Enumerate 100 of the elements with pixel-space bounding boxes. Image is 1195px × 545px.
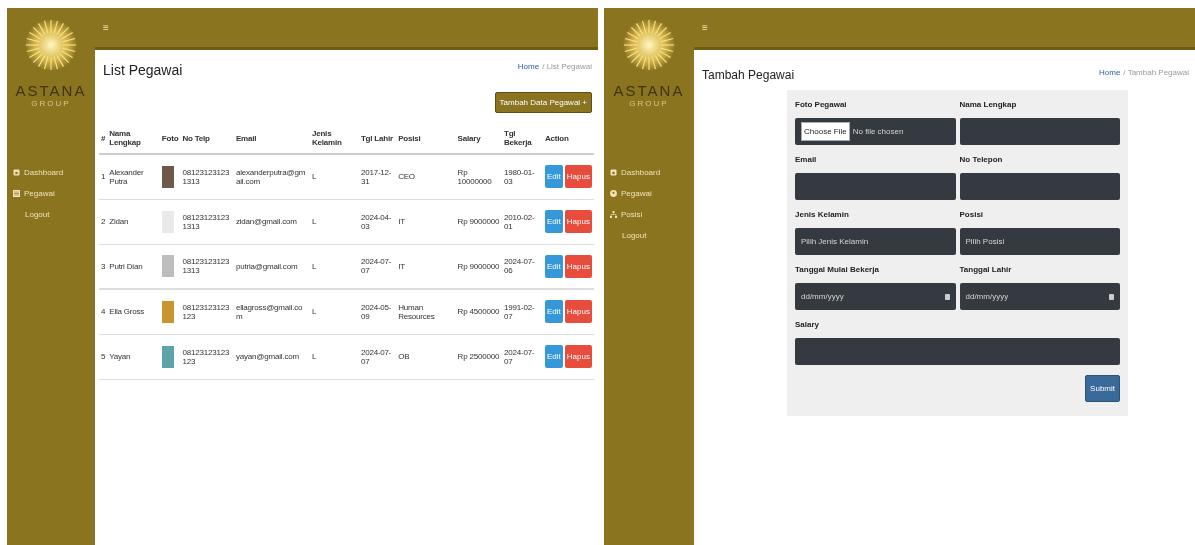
sidebar-item[interactable]: Dashboard: [610, 168, 694, 177]
column-header: Posisi: [396, 123, 456, 154]
calendar-icon: [1109, 293, 1114, 300]
delete-button[interactable]: Hapus: [564, 345, 592, 368]
table-cell: 2024-07-06: [502, 244, 544, 289]
field-label: Posisi: [959, 210, 985, 219]
column-header: Action: [543, 123, 594, 154]
column-header: Tgl Lahir: [358, 123, 397, 154]
sidebar-item[interactable]: Dashboard: [13, 168, 95, 177]
photo-placeholder: [161, 300, 174, 323]
breadcrumb-current: / Tambah Pegawai: [1123, 68, 1189, 77]
page-title: List Pegawai: [103, 62, 183, 78]
menu-button[interactable]: ≡: [103, 22, 109, 33]
column-header: Salary: [455, 123, 502, 154]
table-cell: 08123123123123: [180, 289, 234, 334]
table-cell: L: [309, 244, 359, 289]
field-label: Nama Lengkap: [959, 100, 1018, 109]
field-label: Jenis Kelamin: [795, 210, 850, 219]
date-placeholder: dd/mm/yyyy: [801, 292, 844, 301]
table-cell: 081231231231313: [180, 199, 234, 244]
select-field[interactable]: Pilih Posisi: [959, 228, 1120, 255]
column-header: Tgl Bekerja: [502, 123, 544, 154]
table-cell: 2017-12-31: [358, 154, 397, 199]
field-label: Salary: [795, 320, 821, 329]
delete-button[interactable]: Hapus: [564, 165, 592, 189]
add-employee-button[interactable]: Tambah Data Pegawai +: [494, 92, 592, 113]
table-cell: 2: [99, 199, 108, 244]
table-cell: Rp 9000000: [455, 244, 502, 289]
table-cell: ellagross@gmail.com: [233, 289, 310, 334]
table-cell: Putri Dian: [107, 244, 160, 289]
calendar-icon: [944, 293, 950, 300]
field-label: Tanggal Lahir: [959, 265, 1013, 274]
table-cell: L: [309, 154, 359, 199]
input-field[interactable]: [795, 173, 956, 200]
edit-button[interactable]: Edit: [545, 300, 563, 324]
table-cell: L: [309, 334, 359, 379]
table-cell: Rp 4500000: [455, 289, 502, 334]
column-header: No Telp: [180, 123, 234, 154]
table-cell: Human Resources: [396, 289, 456, 334]
photo-placeholder: [161, 255, 174, 278]
brand-subtitle: GROUP: [629, 99, 669, 108]
table-cell: 5: [99, 334, 108, 379]
breadcrumb-current: / List Pegawai: [542, 62, 592, 71]
field-label: Tanggal Mulai Bekerja: [795, 265, 880, 274]
dashboard-icon: [13, 169, 20, 176]
edit-button[interactable]: Edit: [545, 210, 563, 233]
table-cell: 1980-01-03: [502, 154, 544, 199]
delete-button[interactable]: Hapus: [564, 210, 592, 233]
brand-subtitle: GROUP: [31, 99, 71, 108]
brand-name: ASTANA: [15, 82, 87, 99]
submit-button[interactable]: Submit: [1085, 375, 1120, 402]
input-field[interactable]: [795, 338, 1120, 365]
table-cell: L: [309, 199, 359, 244]
delete-button[interactable]: Hapus: [564, 254, 592, 278]
input-field[interactable]: [959, 173, 1120, 200]
breadcrumb-link[interactable]: Home: [517, 62, 540, 71]
column-header: Email: [233, 123, 310, 154]
table-cell: 081231231231313: [180, 154, 234, 199]
edit-button[interactable]: Edit: [545, 165, 563, 189]
dashboard-icon: [610, 169, 617, 176]
table-cell: 2024-04-03: [358, 199, 397, 244]
select-field[interactable]: Pilih Jenis Kelamin: [795, 228, 956, 255]
field-label: No Telepon: [959, 155, 1004, 164]
table-cell: Ella Gross: [107, 289, 160, 334]
table-cell: 2010-02-01: [502, 199, 544, 244]
file-input[interactable]: Choose File No file chosen: [795, 118, 956, 145]
breadcrumb-link[interactable]: Home: [1099, 68, 1121, 77]
sidebar-item[interactable]: Pegawai: [13, 189, 95, 198]
delete-button[interactable]: Hapus: [564, 300, 592, 324]
date-field[interactable]: dd/mm/yyyy: [795, 283, 956, 310]
edit-button[interactable]: Edit: [545, 345, 563, 368]
table-cell: Rp 10000000: [455, 154, 502, 199]
sidebar-item[interactable]: Pegawai: [610, 189, 694, 198]
menu-button[interactable]: ≡: [702, 22, 708, 33]
field-label: Email: [795, 155, 818, 164]
table-cell: yayan@gmail.com: [233, 334, 310, 379]
table-cell: 1: [99, 154, 108, 199]
sidebar-item[interactable]: Logout: [13, 210, 95, 219]
sidebar-item[interactable]: Logout: [610, 231, 694, 240]
choose-file-button[interactable]: Choose File: [801, 122, 850, 141]
sidebar-item[interactable]: Posisi: [610, 210, 694, 219]
field-label: Foto Pegawai: [795, 100, 848, 109]
table-cell: L: [309, 289, 359, 334]
table-cell: 2024-07-07: [502, 334, 544, 379]
photo-placeholder: [161, 345, 174, 368]
date-placeholder: dd/mm/yyyy: [965, 292, 1009, 301]
table-cell: IT: [396, 244, 456, 289]
date-field[interactable]: dd/mm/yyyy: [959, 283, 1120, 310]
table-cell: Rp 9000000: [455, 199, 502, 244]
table-cell: Alexander Putra: [107, 154, 160, 199]
column-header: Foto: [159, 123, 181, 154]
table-cell: IT: [396, 199, 456, 244]
edit-button[interactable]: Edit: [545, 254, 563, 278]
column-header: Nama Lengkap: [107, 123, 160, 154]
page-title: Tambah Pegawai: [702, 68, 795, 82]
table-cell: Rp 2500000: [455, 334, 502, 379]
input-field[interactable]: [959, 118, 1120, 145]
table-cell: 081231231231313: [180, 244, 234, 289]
file-status: No file chosen: [852, 127, 904, 136]
table-cell: 1991-02-07: [502, 289, 544, 334]
